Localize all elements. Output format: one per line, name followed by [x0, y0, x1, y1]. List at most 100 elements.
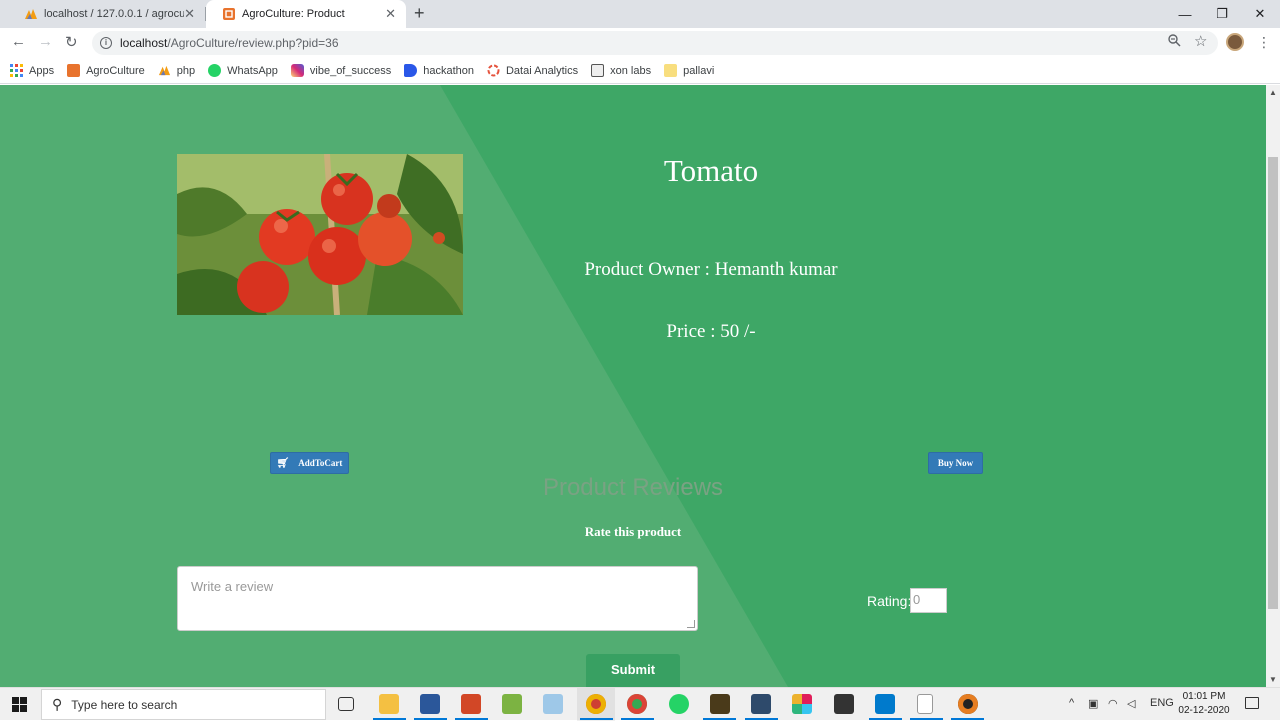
bookmarks-bar: Apps AgroCulture php WhatsApp vibe_of_su… — [0, 58, 1280, 84]
close-tab-icon[interactable]: ✕ — [184, 6, 195, 22]
forward-icon[interactable]: → — [38, 33, 53, 50]
taskbar-search[interactable]: ⚲ Type here to search — [41, 689, 326, 720]
page-scrollbar[interactable]: ▲ ▼ — [1266, 85, 1280, 687]
clock-date: 02-12-2020 — [1178, 705, 1230, 716]
submit-button[interactable]: Submit — [586, 654, 680, 687]
vscode-icon[interactable] — [875, 694, 895, 714]
product-page: Tomato Product Owner : Hemanth kumar Pri… — [0, 85, 1266, 687]
product-owner: Product Owner : Hemanth kumar — [584, 259, 838, 280]
bookmark-label: WhatsApp — [227, 64, 278, 77]
bookmark-label: xon labs — [610, 64, 652, 77]
bookmark-agroculture[interactable]: AgroCulture — [67, 64, 145, 77]
bookmark-xon-labs[interactable]: xon labs — [591, 64, 651, 77]
instagram-icon — [290, 64, 304, 77]
app-icon[interactable] — [543, 694, 563, 714]
wifi-icon[interactable]: ◠ — [1108, 697, 1118, 710]
tab-phpmyadmin[interactable]: localhost / 127.0.0.1 / agroculture ✕ — [8, 0, 205, 28]
volume-icon[interactable]: ◁ — [1127, 697, 1135, 710]
language-indicator[interactable]: ENG — [1150, 697, 1174, 709]
apps-grid-icon — [10, 64, 23, 77]
bookmark-pallavi[interactable]: pallavi — [664, 64, 714, 77]
scrollbar-thumb[interactable] — [1268, 157, 1278, 609]
network-icon[interactable]: ▣ — [1088, 697, 1098, 710]
file-explorer-icon[interactable] — [379, 694, 399, 714]
bookmark-whatsapp[interactable]: WhatsApp — [208, 64, 278, 77]
agroculture-icon — [222, 7, 236, 21]
site-info-icon[interactable]: i — [100, 37, 112, 49]
profile-avatar[interactable] — [1226, 33, 1244, 51]
bookmark-hackathon[interactable]: hackathon — [404, 64, 474, 77]
whatsapp-icon — [208, 64, 222, 77]
add-to-cart-label: AddToCart — [298, 458, 343, 468]
bookmark-label: vibe_of_success — [309, 64, 392, 77]
image-app-icon[interactable] — [502, 694, 522, 714]
media-player-icon[interactable] — [958, 694, 978, 714]
bookmark-label: Datai Analytics — [505, 64, 579, 77]
close-tab-icon[interactable]: ✕ — [385, 6, 396, 22]
tab-title: localhost / 127.0.0.1 / agroculture — [44, 8, 185, 20]
tray-expand-icon[interactable]: ^ — [1069, 697, 1074, 709]
rating-label: Rating: — [867, 593, 912, 609]
bookmark-vibe-of-success[interactable]: vibe_of_success — [290, 64, 392, 77]
url-path: /AgroCulture/review.php?pid=36 — [167, 36, 339, 50]
active-app-highlight — [577, 688, 615, 721]
browser-toolbar: ← → ↻ i localhost/AgroCulture/review.php… — [0, 28, 1280, 58]
bookmark-label: hackathon — [423, 64, 474, 77]
rating-input[interactable]: 0 — [910, 588, 947, 613]
agroculture-icon — [67, 64, 81, 77]
dev-cpp-icon[interactable] — [751, 694, 771, 714]
back-icon[interactable]: ← — [11, 33, 26, 50]
phpmyadmin-icon — [24, 7, 38, 21]
whatsapp-icon[interactable] — [669, 694, 689, 714]
bookmark-datai-analytics[interactable]: Datai Analytics — [487, 64, 578, 77]
search-icon: ⚲ — [52, 696, 63, 712]
bookmark-label: pallavi — [683, 64, 715, 77]
bookmark-php[interactable]: php — [158, 64, 195, 77]
scroll-up-icon[interactable]: ▲ — [1269, 88, 1277, 97]
tab-strip: localhost / 127.0.0.1 / agroculture ✕ Ag… — [0, 0, 1280, 28]
review-textarea[interactable]: Write a review — [177, 566, 698, 631]
slack-icon[interactable] — [792, 694, 812, 714]
bookmark-apps[interactable]: Apps — [10, 64, 54, 77]
hackathon-icon — [404, 64, 418, 77]
menu-icon[interactable]: ⋮ — [1257, 34, 1271, 51]
restore-icon[interactable]: ❐ — [1203, 0, 1241, 28]
product-price: Price : 50 /- — [666, 321, 756, 342]
clock-time: 01:01 PM — [1182, 691, 1226, 702]
bookmark-star-icon[interactable]: ☆ — [1194, 32, 1207, 50]
product-name: Tomato — [663, 153, 759, 188]
window-close-icon[interactable]: ✕ — [1241, 0, 1279, 28]
powerpoint-icon[interactable] — [461, 694, 481, 714]
datai-icon — [487, 64, 500, 77]
address-bar[interactable]: i localhost/AgroCulture/review.php?pid=3… — [92, 31, 1218, 55]
reload-icon[interactable]: ↻ — [65, 33, 78, 51]
taskbar-search-placeholder: Type here to search — [71, 697, 178, 712]
rate-product-label: Rate this product — [584, 524, 682, 539]
app-icon[interactable] — [834, 694, 854, 714]
word-icon[interactable] — [420, 694, 440, 714]
url-host: localhost — [120, 36, 168, 50]
scroll-down-icon[interactable]: ▼ — [1269, 675, 1277, 684]
taskbar-clock[interactable]: 01:01 PM 02-12-2020 — [1174, 690, 1234, 718]
chrome-profile-icon[interactable] — [627, 694, 647, 714]
folder-icon — [664, 64, 678, 77]
sublime-text-icon[interactable] — [710, 694, 730, 714]
bookmark-label: AgroCulture — [86, 64, 145, 77]
windows-taskbar: ⚲ Type here to search ^ ▣ ◠ ◁ ENG 01:01 … — [0, 687, 1280, 721]
add-to-cart-button[interactable]: 🛒︎ AddToCart — [270, 452, 349, 474]
reviews-heading: Product Reviews — [542, 474, 724, 501]
xonlabs-icon — [591, 64, 605, 77]
notepad-icon[interactable] — [917, 694, 933, 714]
task-view-icon[interactable] — [338, 697, 354, 711]
notification-icon[interactable] — [1245, 697, 1259, 709]
product-image — [177, 154, 463, 315]
buy-now-button[interactable]: Buy Now — [928, 452, 983, 474]
windows-start-icon[interactable] — [12, 697, 27, 712]
zoom-icon[interactable] — [1168, 34, 1181, 50]
tab-agroculture-product[interactable]: AgroCulture: Product ✕ — [206, 0, 406, 28]
resize-grip-icon[interactable] — [687, 620, 695, 628]
new-tab-icon[interactable]: + — [414, 3, 425, 24]
bookmark-label: php — [176, 64, 196, 77]
bookmark-label: Apps — [29, 64, 55, 77]
minimize-icon[interactable]: — — [1166, 0, 1204, 28]
